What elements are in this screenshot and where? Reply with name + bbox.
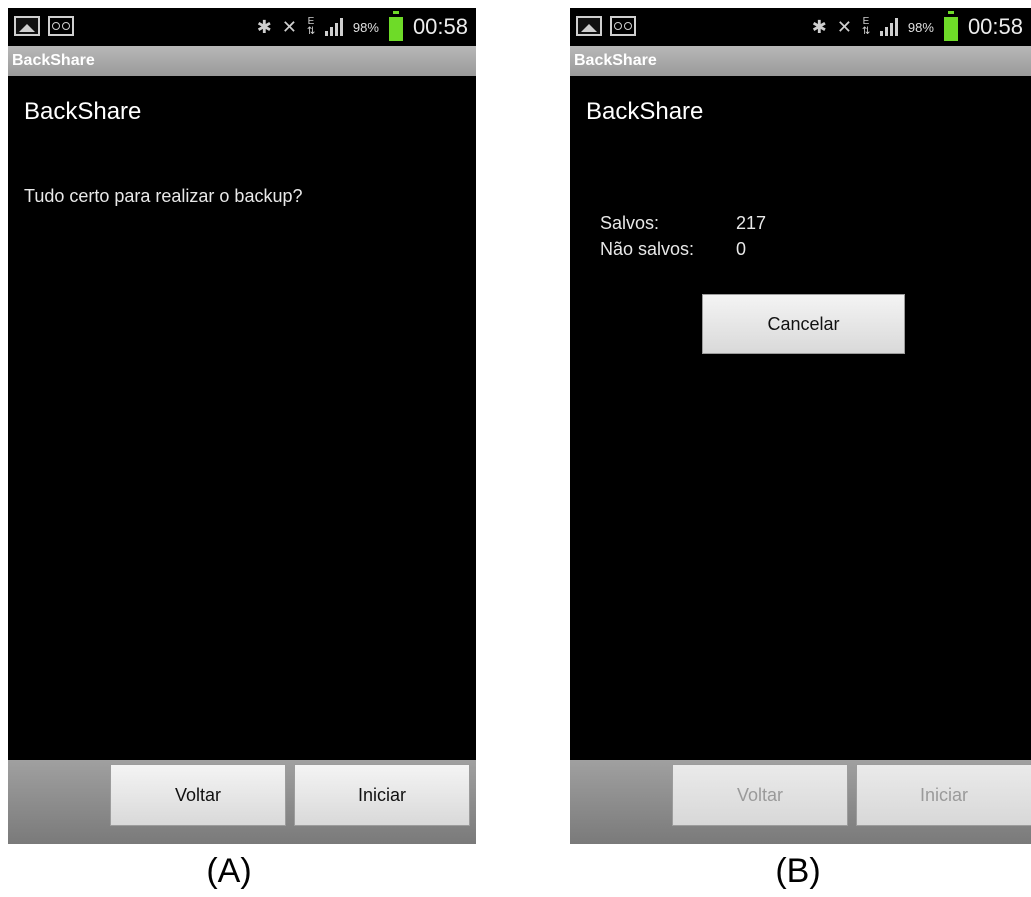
stat-value: 217: [736, 213, 767, 233]
phone-screen-b: ✱ ✕ E ⇅ 98% 00:58 BackShare BackShare Sal…: [570, 8, 1031, 844]
voicemail-icon: [610, 16, 636, 36]
voicemail-icon: [48, 16, 74, 36]
stat-label: Não salvos:: [600, 239, 695, 259]
start-button[interactable]: Iniciar: [294, 764, 470, 826]
status-time: 00:58: [412, 14, 468, 39]
signal-icon: [324, 18, 343, 36]
battery-percent: 98%: [907, 19, 934, 35]
cancel-button[interactable]: Cancelar: [702, 294, 905, 354]
mute-icon: ✕: [836, 17, 852, 37]
battery-percent: 98%: [352, 19, 379, 35]
start-button[interactable]: Iniciar: [856, 764, 1031, 826]
status-bar: ✱ ✕ E ⇅ 98% 00:58: [570, 8, 1031, 46]
backup-stats: Salvos: 217 Não salvos: 0: [600, 213, 766, 265]
backup-prompt: Tudo certo para realizar o backup?: [24, 186, 303, 206]
bluetooth-icon: ✱: [811, 17, 827, 37]
edge-data-icon: E ⇅: [306, 16, 316, 37]
back-button[interactable]: Voltar: [672, 764, 848, 826]
battery-icon: [388, 10, 403, 41]
caption-b: (B): [775, 852, 821, 890]
phone-screen-a: ✱ ✕ E ⇅ 98% 00:58 BackShare BackShare Tud…: [8, 8, 476, 844]
bottom-action-bar: Voltar Iniciar: [570, 760, 1031, 844]
app-heading: BackShare: [586, 98, 704, 125]
signal-icon: [879, 18, 898, 36]
stat-row-saved: Salvos: 217: [600, 213, 766, 239]
mute-icon: ✕: [281, 17, 297, 37]
stat-value: 0: [736, 239, 747, 259]
gallery-icon: [14, 16, 40, 36]
status-bar: ✱ ✕ E ⇅ 98% 00:58: [8, 8, 476, 46]
title-bar: BackShare: [570, 46, 1031, 76]
stat-label: Salvos:: [600, 213, 660, 233]
app-heading: BackShare: [24, 98, 142, 125]
bluetooth-icon: ✱: [256, 17, 272, 37]
title-bar: BackShare: [8, 46, 476, 76]
battery-icon: [943, 10, 958, 41]
back-button[interactable]: Voltar: [110, 764, 286, 826]
status-time: 00:58: [967, 14, 1023, 39]
bottom-action-bar: Voltar Iniciar: [8, 760, 476, 844]
stat-row-not-saved: Não salvos: 0: [600, 239, 766, 265]
caption-a: (A): [206, 852, 252, 890]
edge-data-icon: E ⇅: [861, 16, 871, 37]
gallery-icon: [576, 16, 602, 36]
